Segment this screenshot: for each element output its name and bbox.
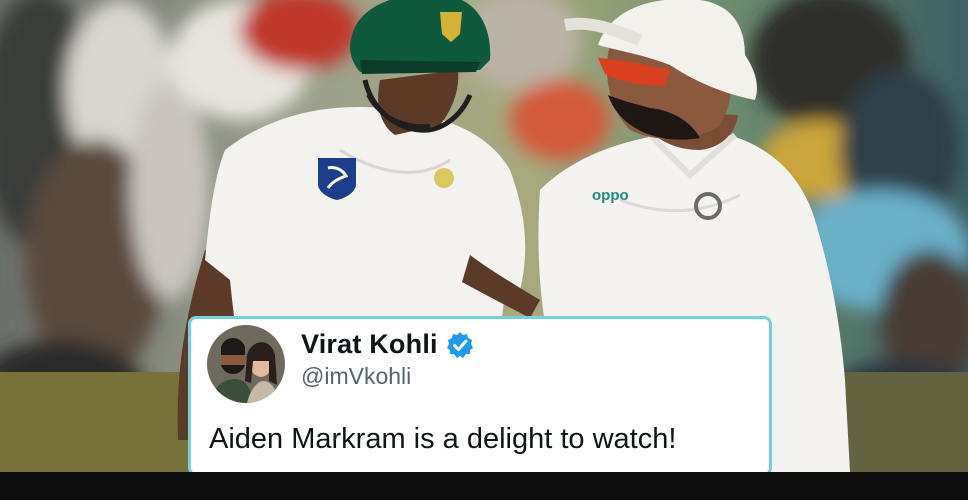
author-row: Virat Kohli xyxy=(301,329,474,360)
user-handle: @imVkohli xyxy=(301,363,412,389)
tweet-text: Aiden Markram is a delight to watch! xyxy=(209,423,677,455)
svg-text:oppo: oppo xyxy=(592,187,629,204)
oppo-logo: oppo xyxy=(592,187,629,204)
tweet-card: Virat Kohli @imVkohli Aiden Markram is a… xyxy=(188,316,772,476)
profile-avatar xyxy=(207,325,285,403)
news-image: oppo Virat Kohli @imVkohli Aiden Markram… xyxy=(0,0,968,500)
bottom-bar xyxy=(0,472,968,500)
sa-emblem-icon xyxy=(434,168,454,188)
verified-badge-icon xyxy=(446,331,473,358)
bank-logo-icon xyxy=(318,158,356,200)
display-name: Virat Kohli xyxy=(301,329,438,359)
